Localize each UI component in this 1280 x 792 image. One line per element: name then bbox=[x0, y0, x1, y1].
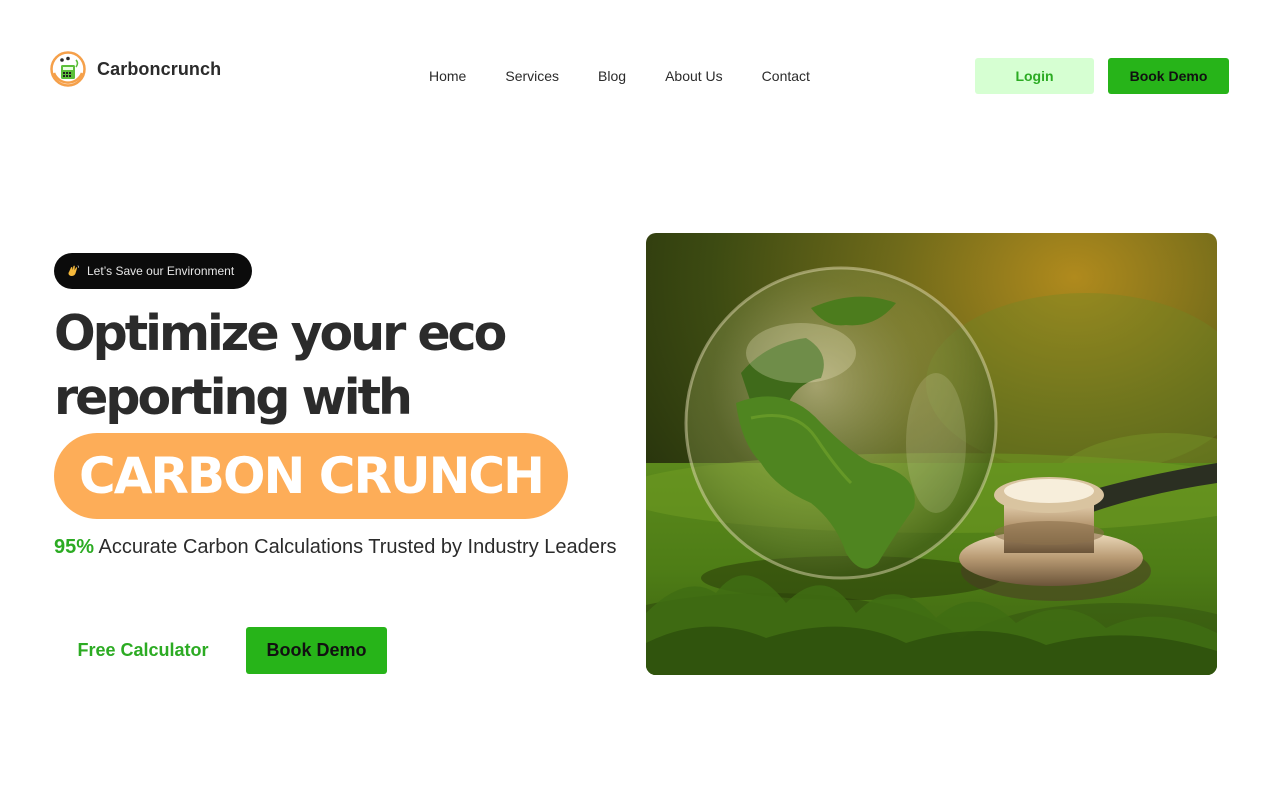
headline-line-2: reporting with bbox=[54, 369, 413, 426]
brand-name: Carboncrunch bbox=[97, 58, 222, 79]
brand-highlight-pill: CARBON CRUNCH bbox=[54, 433, 568, 519]
hero-book-demo-button[interactable]: Book Demo bbox=[246, 627, 387, 674]
nav-about-us[interactable]: About Us bbox=[665, 67, 723, 85]
free-calculator-button[interactable]: Free Calculator bbox=[54, 627, 232, 674]
hero-image bbox=[646, 233, 1217, 675]
highlight-text: CARBON CRUNCH bbox=[79, 447, 545, 505]
glass-globe-moss-image bbox=[646, 233, 1217, 675]
main-nav: Home Services Blog About Us Contact bbox=[429, 67, 810, 85]
badge-text: Let’s Save our Environment bbox=[87, 264, 235, 278]
nav-services[interactable]: Services bbox=[505, 67, 559, 85]
nav-home[interactable]: Home bbox=[429, 67, 466, 85]
hero-subline: 95% Accurate Carbon Calculations Trusted… bbox=[54, 534, 624, 561]
environment-badge: Let’s Save our Environment bbox=[54, 253, 253, 289]
carbon-calculator-logo-icon bbox=[50, 51, 86, 87]
accuracy-stat: 95% bbox=[54, 536, 95, 558]
brand-logo[interactable]: Carboncrunch bbox=[50, 51, 221, 87]
nav-contact[interactable]: Contact bbox=[762, 67, 810, 85]
login-button[interactable]: Login bbox=[975, 58, 1094, 94]
nav-blog[interactable]: Blog bbox=[598, 67, 626, 85]
waving-hand-icon bbox=[68, 265, 79, 276]
hero-headline: Optimize your eco reporting with bbox=[54, 302, 614, 430]
accuracy-stat-text: Accurate Carbon Calculations Trusted by … bbox=[94, 536, 617, 558]
header-book-demo-button[interactable]: Book Demo bbox=[1108, 58, 1229, 94]
headline-line-1: Optimize your eco bbox=[54, 305, 507, 362]
